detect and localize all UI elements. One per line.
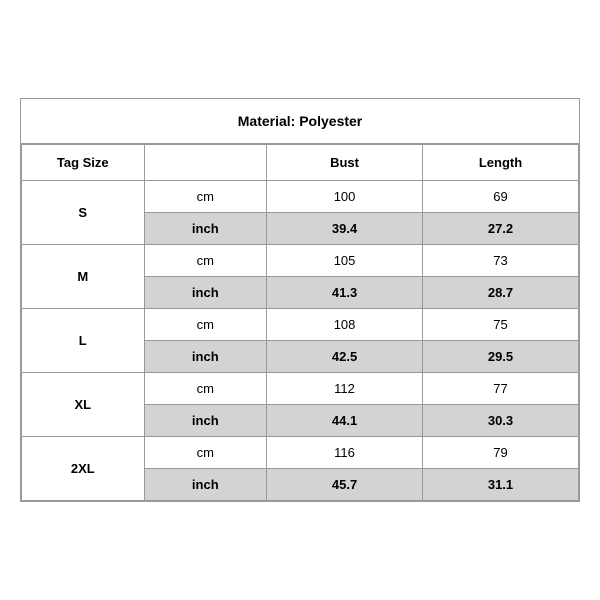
bust-inch-value: 41.3	[267, 277, 423, 309]
table-row: Lcm10875	[22, 309, 579, 341]
length-cm-value: 73	[423, 245, 579, 277]
unit-cm-cell: cm	[144, 437, 267, 469]
length-cm-value: 69	[423, 181, 579, 213]
length-inch-value: 31.1	[423, 469, 579, 501]
bust-inch-value: 39.4	[267, 213, 423, 245]
bust-cm-value: 116	[267, 437, 423, 469]
size-chart-wrapper: Material: Polyester Tag Size Bust Length…	[20, 98, 580, 502]
table-row: 2XLcm11679	[22, 437, 579, 469]
tag-size-cell: M	[22, 245, 145, 309]
table-row: Mcm10573	[22, 245, 579, 277]
table-row: XLcm11277	[22, 373, 579, 405]
unit-inch-cell: inch	[144, 469, 267, 501]
bust-cm-value: 112	[267, 373, 423, 405]
table-header-row: Tag Size Bust Length	[22, 145, 579, 181]
tag-size-cell: L	[22, 309, 145, 373]
length-inch-value: 28.7	[423, 277, 579, 309]
bust-inch-value: 44.1	[267, 405, 423, 437]
bust-cm-value: 105	[267, 245, 423, 277]
length-cm-value: 77	[423, 373, 579, 405]
unit-cm-cell: cm	[144, 181, 267, 213]
size-chart-table: Tag Size Bust Length Scm10069inch39.427.…	[21, 144, 579, 501]
unit-cm-cell: cm	[144, 373, 267, 405]
tag-size-cell: S	[22, 181, 145, 245]
tag-size-cell: XL	[22, 373, 145, 437]
length-inch-value: 27.2	[423, 213, 579, 245]
unit-inch-cell: inch	[144, 213, 267, 245]
header-unit-empty	[144, 145, 267, 181]
unit-inch-cell: inch	[144, 341, 267, 373]
tag-size-cell: 2XL	[22, 437, 145, 501]
bust-cm-value: 108	[267, 309, 423, 341]
header-bust: Bust	[267, 145, 423, 181]
bust-inch-value: 45.7	[267, 469, 423, 501]
unit-inch-cell: inch	[144, 277, 267, 309]
length-inch-value: 30.3	[423, 405, 579, 437]
header-length: Length	[423, 145, 579, 181]
table-row: Scm10069	[22, 181, 579, 213]
unit-cm-cell: cm	[144, 245, 267, 277]
unit-cm-cell: cm	[144, 309, 267, 341]
header-tag-size: Tag Size	[22, 145, 145, 181]
length-cm-value: 79	[423, 437, 579, 469]
bust-cm-value: 100	[267, 181, 423, 213]
length-inch-value: 29.5	[423, 341, 579, 373]
length-cm-value: 75	[423, 309, 579, 341]
bust-inch-value: 42.5	[267, 341, 423, 373]
table-title: Material: Polyester	[21, 99, 579, 144]
unit-inch-cell: inch	[144, 405, 267, 437]
